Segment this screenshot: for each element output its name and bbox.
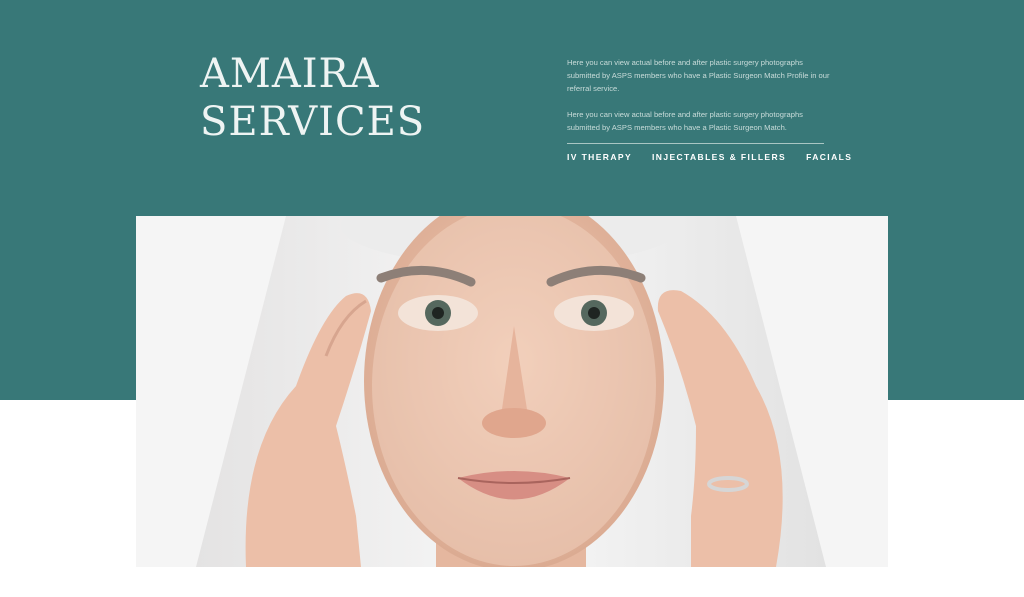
divider — [567, 143, 824, 144]
page-title: AMAIRA SERVICES — [200, 50, 425, 146]
page-title-line-1: AMAIRA — [200, 51, 380, 97]
intro-text: Here you can view actual before and afte… — [567, 56, 832, 147]
intro-paragraph-1: Here you can view actual before and afte… — [567, 58, 830, 93]
services-nav: IV THERAPY INJECTABLES & FILLERS FACIALS — [567, 152, 852, 162]
hero-image — [136, 216, 888, 567]
intro-paragraph-2: Here you can view actual before and afte… — [567, 110, 803, 132]
nav-link-injectables-fillers[interactable]: INJECTABLES & FILLERS — [652, 152, 786, 162]
nav-link-facials[interactable]: FACIALS — [806, 152, 852, 162]
page-title-line-2: SERVICES — [200, 99, 426, 145]
nav-link-iv-therapy[interactable]: IV THERAPY — [567, 152, 632, 162]
